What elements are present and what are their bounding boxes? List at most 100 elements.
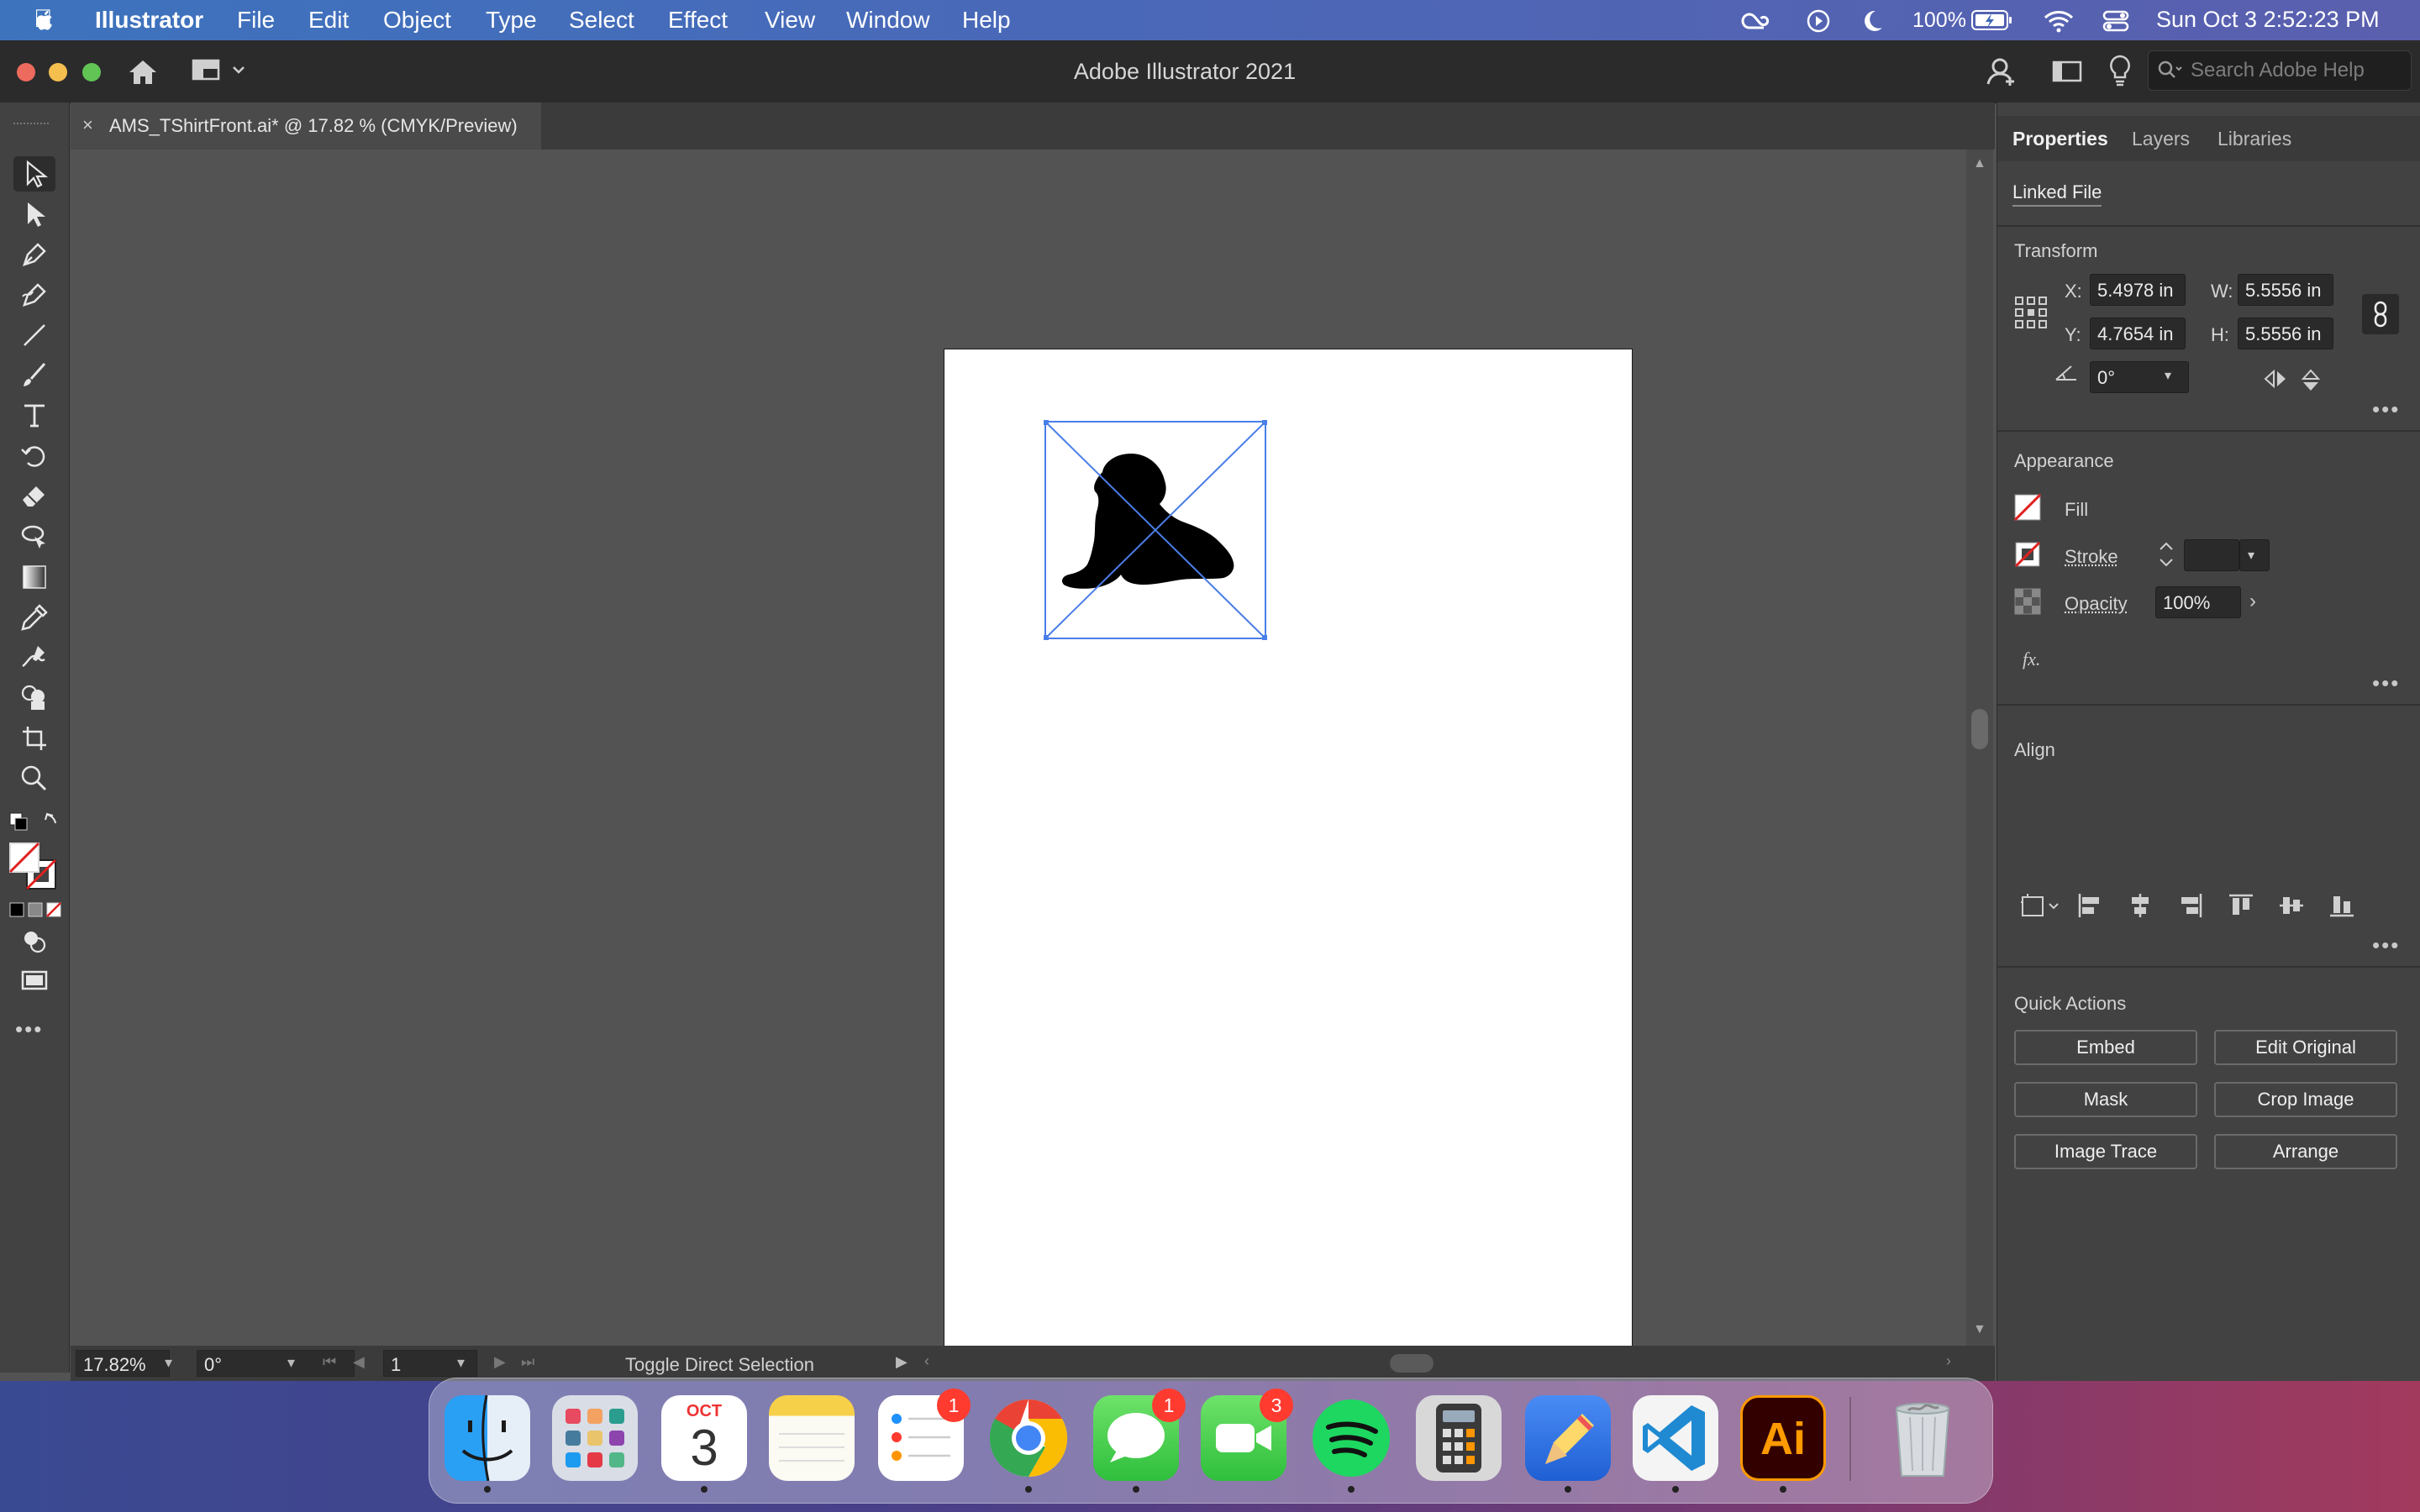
default-swap-colors[interactable]: [8, 808, 64, 837]
horizontal-scroll-thumb[interactable]: [1390, 1354, 1434, 1373]
fx-effects-button[interactable]: fx.: [2023, 648, 2040, 670]
dock-calendar[interactable]: OCT 3: [661, 1395, 747, 1481]
drawing-modes-button[interactable]: [13, 924, 55, 959]
moon-icon[interactable]: [1862, 9, 1884, 33]
type-tool[interactable]: [13, 398, 55, 433]
eyedropper-tool[interactable]: [13, 600, 55, 635]
close-tab-icon[interactable]: ×: [82, 114, 93, 136]
play-icon[interactable]: [1807, 9, 1830, 33]
canvas-area[interactable]: [71, 150, 1966, 1346]
tab-layers[interactable]: Layers: [2132, 128, 2190, 150]
zoom-dropdown-icon[interactable]: ▾: [165, 1354, 172, 1372]
fill-stroke-swatches[interactable]: [8, 842, 62, 895]
arrange-button[interactable]: Arrange: [2214, 1134, 2397, 1169]
dock-vscode[interactable]: [1633, 1395, 1718, 1481]
align-top-icon[interactable]: [2226, 890, 2256, 921]
scroll-down-icon[interactable]: ▼: [1973, 1322, 1986, 1337]
reference-point-icon[interactable]: [2014, 296, 2048, 329]
shape-builder-tool[interactable]: [13, 680, 55, 716]
menu-effect[interactable]: Effect: [668, 7, 728, 34]
battery-icon[interactable]: [1971, 9, 2013, 31]
rotate-tool[interactable]: [13, 438, 55, 474]
menu-file[interactable]: File: [237, 7, 275, 34]
puppet-warp-tool[interactable]: [13, 640, 55, 675]
zoom-window-button[interactable]: [82, 63, 101, 81]
line-segment-tool[interactable]: [13, 318, 55, 353]
width-field[interactable]: 5.5556 in: [2238, 274, 2333, 306]
stroke-label[interactable]: Stroke: [2065, 546, 2118, 568]
embed-button[interactable]: Embed: [2014, 1030, 2197, 1065]
dock-messages[interactable]: 1: [1093, 1395, 1179, 1481]
pen-tool[interactable]: [13, 237, 55, 272]
opacity-label[interactable]: Opacity: [2065, 593, 2128, 615]
align-vertical-center-icon[interactable]: [2276, 890, 2307, 921]
artboard-dropdown-icon[interactable]: ▾: [457, 1354, 465, 1372]
align-left-icon[interactable]: [2075, 890, 2105, 921]
dock-chrome[interactable]: [986, 1395, 1071, 1481]
help-search-box[interactable]: [2148, 50, 2412, 91]
vertical-scrollbar[interactable]: ▲ ▼: [1966, 150, 1993, 1346]
align-right-icon[interactable]: [2175, 890, 2206, 921]
minimize-window-button[interactable]: [49, 63, 67, 81]
zoom-level-field[interactable]: 17.82%: [76, 1350, 170, 1377]
fill-swatch-none-icon[interactable]: [2014, 494, 2041, 521]
align-to-selection-icon[interactable]: [2019, 890, 2061, 921]
artboard-tool[interactable]: [13, 721, 55, 756]
dock-trash[interactable]: [1880, 1395, 1965, 1481]
scroll-right-icon[interactable]: ›: [1946, 1352, 1951, 1370]
align-bottom-icon[interactable]: [2327, 890, 2357, 921]
next-artboard-icon[interactable]: ▶: [494, 1353, 506, 1371]
appearance-more-options-icon[interactable]: •••: [2372, 670, 2400, 696]
zoom-tool[interactable]: [13, 761, 55, 796]
horizontal-scrollbar[interactable]: [936, 1354, 1961, 1373]
opacity-expand-icon[interactable]: ›: [2249, 590, 2256, 613]
dock-notes[interactable]: [769, 1395, 855, 1481]
arrange-documents-icon[interactable]: [2052, 59, 2082, 84]
constrain-proportions-button[interactable]: [2362, 294, 2399, 334]
menu-select[interactable]: Select: [569, 7, 634, 34]
discover-lightbulb-icon[interactable]: [2107, 54, 2133, 87]
opacity-field[interactable]: 100%: [2155, 586, 2241, 618]
image-trace-button[interactable]: Image Trace: [2014, 1134, 2197, 1169]
last-artboard-icon[interactable]: ⏭: [521, 1353, 534, 1371]
stroke-swatch-none-icon[interactable]: [2014, 541, 2041, 568]
close-window-button[interactable]: [17, 63, 35, 81]
curvature-tool[interactable]: [13, 277, 55, 312]
wifi-icon[interactable]: [2044, 9, 2074, 33]
crop-image-button[interactable]: Crop Image: [2214, 1082, 2397, 1117]
vertical-scroll-thumb[interactable]: [1971, 709, 1988, 749]
workspace-switcher-icon[interactable]: [192, 57, 252, 84]
dock-script-editor[interactable]: [1525, 1395, 1611, 1481]
align-horizontal-center-icon[interactable]: [2125, 890, 2155, 921]
dock-finder[interactable]: [445, 1395, 530, 1481]
transform-more-options-icon[interactable]: •••: [2372, 396, 2400, 423]
angle-dropdown-icon[interactable]: ▾: [2165, 367, 2171, 384]
first-artboard-icon[interactable]: ⏮: [323, 1353, 336, 1371]
menu-help[interactable]: Help: [962, 7, 1011, 34]
flip-horizontal-icon[interactable]: [2263, 368, 2288, 390]
edit-toolbar-more-icon[interactable]: •••: [15, 1016, 43, 1042]
menu-edit[interactable]: Edit: [308, 7, 349, 34]
scroll-up-icon[interactable]: ▲: [1973, 156, 1986, 171]
direct-selection-tool[interactable]: [13, 197, 55, 232]
dock-reminders[interactable]: 1: [878, 1395, 964, 1481]
linked-image-selection[interactable]: [1044, 420, 1267, 640]
scroll-left-icon[interactable]: ‹: [924, 1352, 929, 1370]
paintbrush-tool[interactable]: [13, 358, 55, 393]
stroke-weight-stepper[interactable]: [2154, 539, 2179, 570]
dock-facetime[interactable]: 3: [1201, 1395, 1286, 1481]
rotate-angle-field[interactable]: 0° ▾: [2090, 361, 2189, 393]
flip-vertical-icon[interactable]: [2300, 368, 2322, 393]
eraser-tool[interactable]: [13, 479, 55, 514]
dock-spotify[interactable]: [1308, 1395, 1394, 1481]
lasso-tool[interactable]: [13, 519, 55, 554]
home-icon[interactable]: [126, 57, 160, 87]
dock-launchpad[interactable]: [552, 1395, 638, 1481]
tab-libraries[interactable]: Libraries: [2217, 128, 2291, 150]
toolbar-grip[interactable]: [13, 123, 49, 127]
x-position-field[interactable]: 5.4978 in: [2090, 274, 2186, 306]
help-search-input[interactable]: [2189, 58, 2402, 83]
color-mode-buttons[interactable]: [8, 900, 62, 919]
gradient-tool[interactable]: [13, 559, 55, 595]
height-field[interactable]: 5.5556 in: [2238, 318, 2333, 349]
